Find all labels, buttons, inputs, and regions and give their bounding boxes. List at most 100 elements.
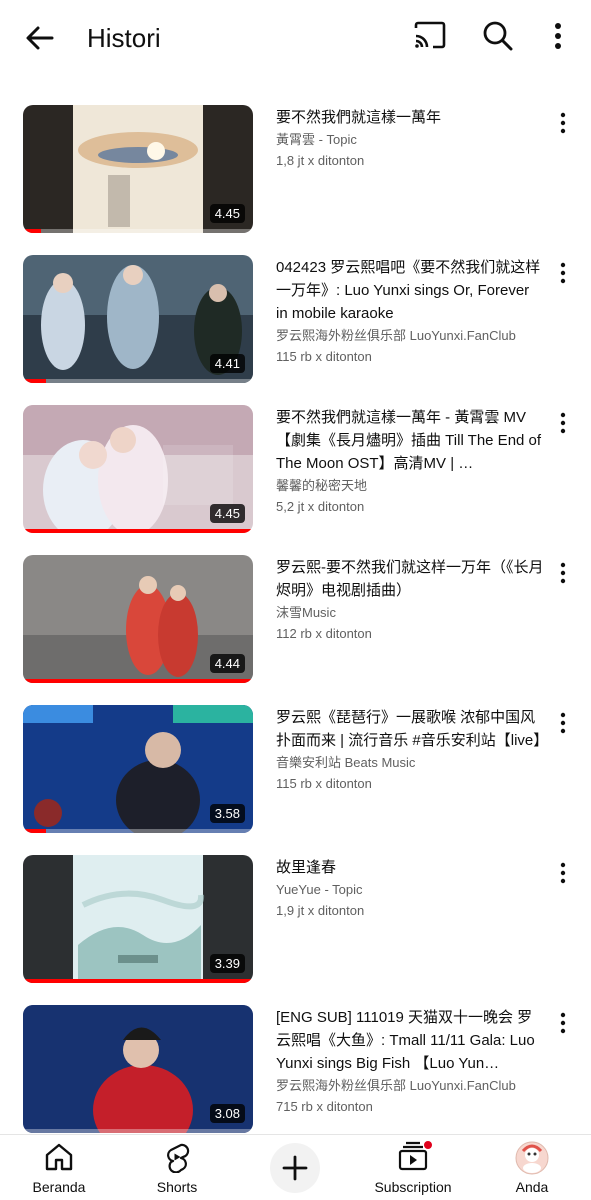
search-icon [483,21,513,51]
video-meta: 042423 罗云熙唱吧《要不然我们就这样一万年》: Luo Yunxi sin… [276,256,544,367]
duration-badge: 4.45 [209,204,245,223]
more-vert-icon [560,562,566,584]
avatar [515,1141,549,1175]
video-title[interactable]: 罗云熙-要不然我们就这样一万年（《长月烬明》电视剧插曲） [276,556,544,602]
view-count: 715 rb x ditonton [276,1099,373,1114]
channel-name: 罗云熙海外粉丝俱乐部 LuoYunxi.FanClub [276,328,516,343]
video-thumbnail[interactable]: 3.58 [23,705,253,833]
view-count: 1,9 jt x ditonton [276,903,365,918]
channel-name: 沫雪Music [276,605,336,620]
channel-name: 音樂安利站 Beats Music [276,755,416,770]
view-count: 115 rb x ditonton [276,349,372,364]
video-thumbnail[interactable]: 4.45 [23,105,253,233]
video-item[interactable]: 4.45 要不然我們就這樣一萬年 - 黃霄雲 MV 【劇集《長月燼明》插曲 Ti… [0,400,591,533]
video-more-button[interactable] [548,108,578,138]
watch-progress-bar [23,1129,253,1133]
video-title[interactable]: 罗云熙《琵琶行》一展歌喉 浓郁中国风扑面而来 | 流行音乐 #音乐安利站【liv… [276,706,544,752]
video-more-button[interactable] [548,708,578,738]
bottom-navigation: Beranda Shorts Subscription Anda [0,1134,591,1200]
notification-dot [423,1140,433,1150]
more-vert-icon [560,412,566,434]
video-meta: 故里逢春 YueYue - Topic 1,9 jt x ditonton [276,856,544,921]
watch-progress-fill [23,379,46,383]
nav-subscriptions[interactable]: Subscription [368,1135,458,1200]
nav-subscriptions-label: Subscription [374,1179,452,1195]
watch-progress-fill [23,229,42,233]
video-meta: [ENG SUB] 111019 天猫双十一晚会 罗云熙唱《大鱼》: Tmall… [276,1006,544,1117]
nav-shorts-label: Shorts [156,1179,198,1195]
home-icon [45,1143,73,1171]
top-app-bar: Histori [0,0,591,76]
nav-home-label: Beranda [32,1179,86,1195]
view-count: 5,2 jt x ditonton [276,499,365,514]
nav-you-label: Anda [515,1179,549,1195]
duration-badge: 3.39 [209,954,245,973]
duration-badge: 3.58 [209,804,245,823]
watch-progress-fill [23,529,253,533]
more-vert-icon [560,262,566,284]
watch-progress-bar [23,529,253,533]
duration-badge: 3.08 [209,1104,245,1123]
more-vert-icon [555,23,561,49]
more-options-button[interactable] [538,16,578,56]
video-item[interactable]: 3.58 罗云熙《琵琶行》一展歌喉 浓郁中国风扑面而来 | 流行音乐 #音乐安利… [0,700,591,833]
video-meta: 要不然我們就這樣一萬年 - 黃霄雲 MV 【劇集《長月燼明》插曲 Till Th… [276,406,544,517]
nav-shorts[interactable]: Shorts [132,1135,222,1200]
watch-progress-fill [23,979,253,983]
video-thumbnail[interactable]: 4.41 [23,255,253,383]
more-vert-icon [560,712,566,734]
video-item[interactable]: 4.44 罗云熙-要不然我们就这样一万年（《长月烬明》电视剧插曲） 沫雪Musi… [0,550,591,683]
video-item[interactable]: 4.41 042423 罗云熙唱吧《要不然我们就这样一万年》: Luo Yunx… [0,250,591,383]
channel-name: 黃霄雲 - Topic [276,132,357,147]
watch-progress-bar [23,379,253,383]
create-button[interactable] [270,1143,320,1193]
watch-progress-fill [23,829,46,833]
channel-name: 馨馨的秘密天地 [276,478,368,493]
video-title[interactable]: [ENG SUB] 111019 天猫双十一晚会 罗云熙唱《大鱼》: Tmall… [276,1006,544,1075]
more-vert-icon [560,112,566,134]
video-title[interactable]: 故里逢春 [276,856,544,879]
watch-progress-fill [23,679,253,683]
video-item[interactable]: 3.39 故里逢春 YueYue - Topic 1,9 jt x ditont… [0,850,591,983]
video-title[interactable]: 要不然我們就這樣一萬年 - 黃霄雲 MV 【劇集《長月燼明》插曲 Till Th… [276,406,544,475]
search-button[interactable] [478,16,518,56]
duration-badge: 4.41 [209,354,245,373]
duration-badge: 4.44 [209,654,245,673]
video-more-button[interactable] [548,258,578,288]
duration-badge: 4.45 [209,504,245,523]
video-thumbnail[interactable]: 3.39 [23,855,253,983]
channel-name: YueYue - Topic [276,882,363,897]
video-more-button[interactable] [548,1008,578,1038]
video-meta: 罗云熙《琵琶行》一展歌喉 浓郁中国风扑面而来 | 流行音乐 #音乐安利站【liv… [276,706,544,794]
arrow-left-icon [26,26,54,50]
view-count: 115 rb x ditonton [276,776,372,791]
video-thumbnail[interactable]: 4.45 [23,405,253,533]
page-title: Histori [87,23,161,53]
video-more-button[interactable] [548,408,578,438]
video-thumbnail[interactable]: 4.44 [23,555,253,683]
more-vert-icon [560,862,566,884]
video-item[interactable]: 4.45 要不然我們就這樣一萬年 黃霄雲 - Topic 1,8 jt x di… [0,100,591,233]
watch-progress-bar [23,979,253,983]
more-vert-icon [560,1012,566,1034]
video-meta: 要不然我們就這樣一萬年 黃霄雲 - Topic 1,8 jt x ditonto… [276,106,544,171]
watch-progress-bar [23,229,253,233]
back-button[interactable] [20,18,60,58]
video-thumbnail[interactable]: 3.08 [23,1005,253,1133]
cast-button[interactable] [410,16,450,56]
video-item[interactable]: 3.08 [ENG SUB] 111019 天猫双十一晚会 罗云熙唱《大鱼》: … [0,1000,591,1133]
plus-icon [282,1155,308,1181]
channel-name: 罗云熙海外粉丝俱乐部 LuoYunxi.FanClub [276,1078,516,1093]
nav-home[interactable]: Beranda [14,1135,104,1200]
video-more-button[interactable] [548,858,578,888]
shorts-icon [167,1143,190,1173]
video-more-button[interactable] [548,558,578,588]
video-title[interactable]: 042423 罗云熙唱吧《要不然我们就这样一万年》: Luo Yunxi sin… [276,256,544,325]
watch-progress-bar [23,829,253,833]
view-count: 112 rb x ditonton [276,626,372,641]
video-meta: 罗云熙-要不然我们就这样一万年（《长月烬明》电视剧插曲） 沫雪Music 112… [276,556,544,644]
cast-icon [414,21,446,49]
video-title[interactable]: 要不然我們就這樣一萬年 [276,106,544,129]
nav-you[interactable]: Anda [487,1135,577,1200]
view-count: 1,8 jt x ditonton [276,153,365,168]
